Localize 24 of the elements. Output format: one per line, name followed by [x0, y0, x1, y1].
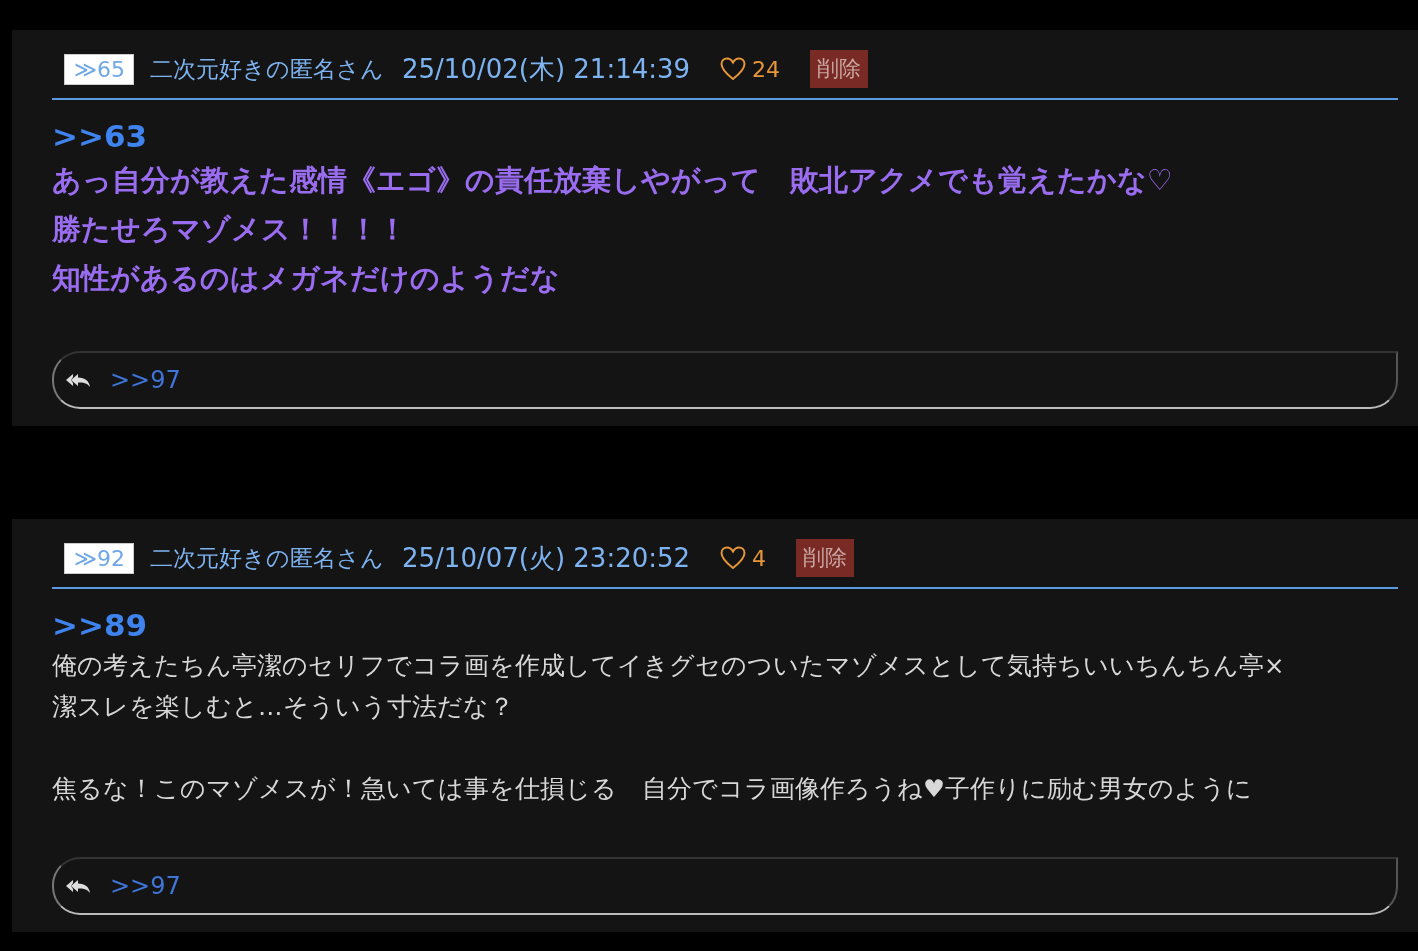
reply-link[interactable]: >>97 [110, 872, 181, 900]
reply-all-icon [64, 371, 92, 389]
post-number[interactable]: ≫65 [64, 53, 134, 85]
post-text: 勝たせろマゾメス！！！！ [52, 211, 408, 248]
delete-button[interactable]: 削除 [810, 50, 869, 88]
post-number[interactable]: ≫92 [64, 542, 134, 574]
post-date: 25/10/02(木) 21:14:39 [402, 52, 691, 86]
author-name: 二次元好きの匿名さん [150, 543, 384, 573]
post-date: 25/10/07(火) 23:20:52 [402, 541, 691, 575]
author-name: 二次元好きの匿名さん [150, 54, 384, 84]
reply-link[interactable]: >>97 [110, 366, 181, 394]
reply-anchor-link[interactable]: >>63 [52, 116, 1398, 156]
heart-icon[interactable] [720, 546, 747, 570]
post-text: 俺の考えたちん亭潔のセリフでコラ画を作成してイきグセのついたマゾメスとして気持ちいいちんちん亭× [52, 650, 1286, 682]
like-count: 24 [752, 56, 781, 82]
reply-anchor-link[interactable]: >>89 [52, 605, 1398, 645]
post-text: 潔スレを楽しむと…そういう寸法だな？ [52, 691, 515, 723]
like-count: 4 [752, 545, 767, 571]
post-text: 焦るな！このマゾメスが！急いては事を仕損じる 自分でコラ画像作ろうね♥子作りに励む男女のように [52, 773, 1253, 805]
reply-all-icon [64, 877, 92, 895]
post-text: あっ自分が教えた感情《エゴ》の責任放棄しやがって 敗北アクメでも覚えたかな♡ [52, 162, 1174, 199]
heart-icon[interactable] [720, 57, 747, 81]
delete-button[interactable]: 削除 [796, 539, 855, 577]
post-text: 知性があるのはメガネだけのようだな [52, 260, 561, 297]
